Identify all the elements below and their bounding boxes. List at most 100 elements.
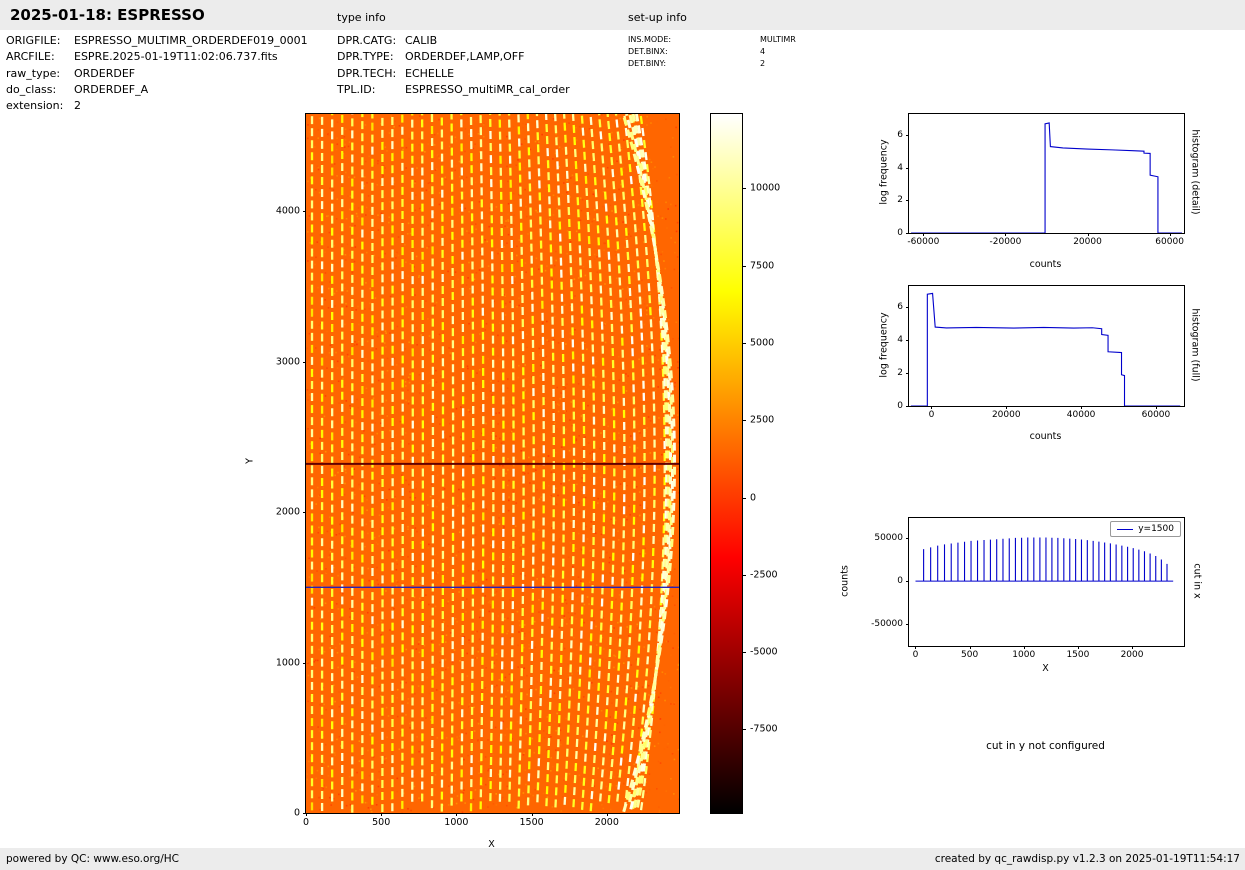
meta-row: DPR.TYPE: ORDERDEF,LAMP,OFF: [337, 49, 570, 65]
footer-bar: powered by QC: www.eso.org/HC created by…: [0, 848, 1245, 870]
tick-label: 2: [897, 368, 903, 379]
footer-right: created by qc_rawdisp.py v1.2.3 on 2025-…: [934, 853, 1240, 865]
tick-mark: [303, 512, 306, 514]
tick-label: 0: [293, 807, 300, 819]
tick-mark: [1081, 406, 1083, 409]
tick-label: 0: [928, 410, 935, 420]
tick-label: 2000: [275, 506, 300, 518]
tick-mark: [906, 200, 909, 202]
meta-label: do_class:: [6, 82, 57, 96]
tick-mark: [906, 135, 909, 137]
meta-value: 2: [760, 59, 766, 68]
tick-mark: [1087, 233, 1089, 236]
meta-row: DPR.TECH: ECHELLE: [337, 66, 570, 82]
tick-mark: [1132, 646, 1134, 649]
meta-value: ECHELLE: [405, 66, 455, 80]
meta-row: DPR.CATG: CALIB: [337, 33, 570, 49]
tick-label: 60000: [1155, 237, 1184, 247]
histogram-full-canvas: [909, 286, 1184, 406]
histogram-detail-side-label: histogram (detail): [1189, 129, 1201, 215]
tick-mark: [923, 233, 925, 236]
tick-mark: [906, 167, 909, 169]
tick-mark: [1006, 406, 1008, 409]
histogram-full-xlabel: counts: [1029, 431, 1062, 442]
meta-value: ESPRE.2025-01-19T11:02:06.737.fits: [74, 50, 278, 64]
tick-mark: [456, 813, 458, 816]
legend: y=1500: [1110, 521, 1181, 537]
meta-value: MULTIMR: [760, 35, 796, 44]
header-bar: 2025-01-18: ESPRESSO type info set-up in…: [0, 0, 1245, 30]
legend-line-sample: [1117, 528, 1134, 530]
tick-label: 2: [897, 195, 903, 206]
colorbar-tick-label: 2500: [750, 414, 775, 426]
cut-in-x-canvas: [909, 518, 1184, 646]
tick-label: 2000: [1120, 650, 1144, 660]
tick-mark: [931, 406, 933, 409]
raw-image-plot: 0 500 1000 1500 2000 0 1000 2000 3000 4000: [276, 113, 680, 828]
colorbar-tick-mark: [742, 652, 746, 654]
histogram-full-side-label: histogram (full): [1189, 308, 1201, 382]
tick-mark: [969, 646, 971, 649]
colorbar-tick-label: 10000: [750, 182, 781, 194]
histogram-detail-plot: -60000 -20000 20000 60000 0 2 4 6: [897, 113, 1185, 247]
colorbar-tick-mark: [742, 497, 746, 499]
tick-label: 500: [372, 817, 391, 828]
meta-label: DPR.TYPE:: [337, 50, 394, 64]
colorbar-tick-mark: [742, 188, 746, 190]
cut-in-x-xlabel: X: [1042, 663, 1049, 674]
tick-label: -60000: [907, 237, 940, 247]
cut-in-x-plot: y=1500 0 500 1000 1500 2000 -50000 0 50000: [871, 517, 1185, 660]
tick-label: 60000: [1141, 410, 1171, 420]
histogram-detail-canvas: [909, 114, 1184, 233]
tick-label: 3000: [275, 356, 300, 368]
colorbar-tick-label: -7500: [750, 723, 778, 735]
tick-label: 0: [897, 228, 903, 238]
tick-label: 0: [897, 401, 903, 411]
meta-label: DET.BINY:: [628, 59, 667, 68]
tick-label: 40000: [1066, 410, 1096, 420]
tick-mark: [303, 813, 306, 814]
tick-mark: [906, 307, 909, 309]
meta-row: ORIGFILE: ESPRESSO_MULTIMR_ORDERDEF019_00…: [6, 33, 308, 49]
legend-label: y=1500: [1138, 524, 1174, 534]
file-info-block: ORIGFILE: ESPRESSO_MULTIMR_ORDERDEF019_00…: [6, 33, 308, 114]
cut-in-y-note: cut in y not configured: [986, 740, 1105, 752]
meta-row: extension: 2: [6, 98, 308, 114]
colorbar-tick-label: -2500: [750, 569, 778, 581]
meta-label: DPR.CATG:: [337, 34, 397, 47]
colorbar: 10000 7500 5000 2500 0 -2500 -5000 -7500: [710, 113, 780, 814]
type-info-heading: type info: [337, 11, 386, 24]
tick-mark: [303, 211, 306, 213]
meta-row: TPL.ID: ESPRESSO_multiMR_cal_order: [337, 82, 570, 98]
colorbar-tick-mark: [742, 265, 746, 267]
tick-mark: [303, 361, 306, 363]
tick-mark: [306, 813, 307, 816]
raw-image-canvas: [306, 114, 679, 813]
tick-label: 1000: [1012, 650, 1036, 660]
meta-value: ORDERDEF,LAMP,OFF: [405, 50, 525, 64]
tick-label: 6: [897, 130, 903, 141]
tick-label: 0: [897, 576, 903, 587]
colorbar-tick-mark: [742, 342, 746, 344]
tick-label: 50000: [874, 532, 903, 543]
colorbar-tick-label: -5000: [750, 646, 778, 658]
tick-label: 6: [897, 302, 903, 313]
meta-value: ESPRESSO_multiMR_cal_order: [405, 82, 570, 96]
tick-label: 500: [961, 650, 979, 660]
tick-label: 0: [912, 650, 919, 660]
tick-label: 2000: [594, 817, 619, 828]
colorbar-tick-label: 7500: [750, 260, 775, 272]
meta-row: raw_type: ORDERDEF: [6, 66, 308, 82]
tick-mark: [906, 233, 909, 234]
footer-left: powered by QC: www.eso.org/HC: [6, 853, 180, 865]
tick-mark: [1077, 646, 1079, 649]
histogram-full-plot: 0 20000 40000 60000 0 2 4 6: [897, 285, 1185, 420]
y-axis-label: Y: [244, 458, 256, 464]
tick-label: 0: [302, 817, 310, 828]
histogram-detail-ylabel: log frequency: [878, 139, 890, 205]
tick-mark: [906, 537, 909, 539]
meta-value: ORDERDEF_A: [74, 82, 149, 96]
tick-label: 20000: [991, 410, 1021, 420]
tick-mark: [1023, 646, 1025, 649]
meta-label: DET.BINX:: [628, 47, 668, 56]
